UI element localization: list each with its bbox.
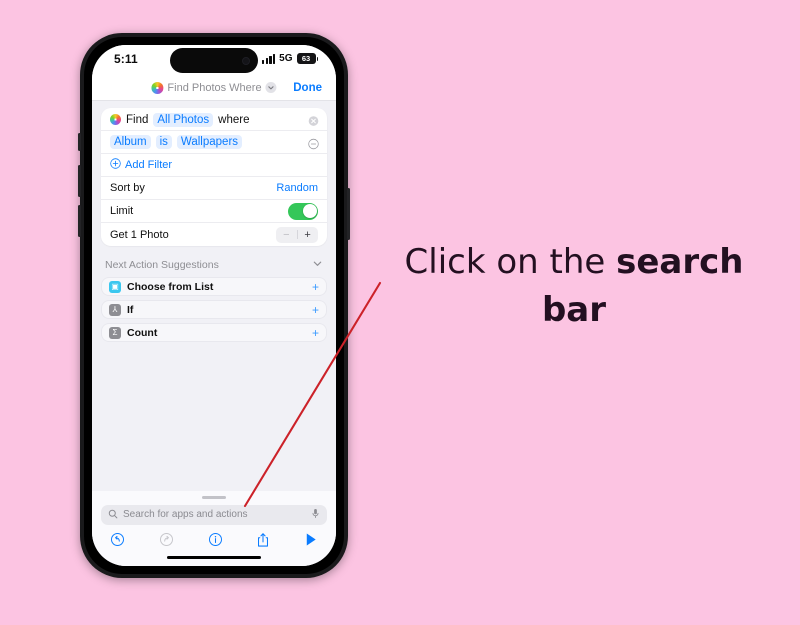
search-icon [108, 506, 118, 524]
battery-icon: 63 [296, 53, 318, 64]
search-placeholder: Search for apps and actions [123, 509, 248, 520]
volume-up-button[interactable] [78, 165, 81, 197]
status-bar: 5:11 5G 63 [92, 45, 336, 75]
quantity-stepper[interactable]: − + [276, 226, 318, 243]
list-item[interactable]: Σ Count + [101, 323, 327, 342]
status-time: 5:11 [114, 52, 138, 66]
instruction-text: Click on the search bar [388, 238, 760, 335]
undo-button[interactable] [110, 532, 125, 547]
limit-row[interactable]: Limit [101, 200, 327, 223]
minus-circle-icon[interactable] [308, 137, 319, 150]
where-keyword: where [218, 113, 250, 126]
stepper-decrement-button[interactable]: − [276, 227, 297, 243]
dynamic-island [170, 48, 258, 73]
add-action-button[interactable]: + [312, 303, 319, 317]
add-filter-row[interactable]: Add Filter [101, 154, 327, 177]
phone-bezel: 5:11 5G 63 Find Photos Where Done Find A… [84, 37, 344, 574]
share-button[interactable] [256, 532, 270, 548]
if-condition-icon: ⅄ [109, 303, 121, 316]
list-item-label: Count [127, 326, 158, 339]
power-button[interactable] [347, 188, 350, 240]
add-action-button[interactable]: + [312, 280, 319, 294]
choose-from-list-icon: ▣ [109, 280, 121, 293]
find-keyword: Find [126, 113, 149, 126]
add-action-button[interactable]: + [312, 326, 319, 340]
limit-toggle[interactable] [288, 202, 318, 220]
network-type-label: 5G [279, 53, 293, 64]
phone-screen: 5:11 5G 63 Find Photos Where Done Find A… [92, 45, 336, 566]
done-button[interactable]: Done [293, 82, 322, 94]
page-title: Find Photos Where [167, 81, 262, 94]
volume-down-button[interactable] [78, 205, 81, 237]
get-photo-label: Get 1 Photo [110, 228, 169, 241]
run-button[interactable] [304, 532, 318, 547]
navigation-title-group[interactable]: Find Photos Where [151, 81, 277, 94]
list-item-label: If [127, 303, 134, 316]
chevron-down-icon[interactable] [265, 82, 277, 93]
sort-by-label: Sort by [110, 182, 145, 194]
instruction-prefix: Click on the [404, 242, 617, 282]
filter-value-token[interactable]: Wallpapers [176, 134, 243, 149]
front-camera-icon [242, 56, 250, 65]
battery-level-label: 63 [301, 54, 311, 63]
signal-bars-icon [262, 53, 276, 64]
sort-by-row[interactable]: Sort by Random [101, 177, 327, 200]
plus-circle-icon [110, 156, 121, 174]
chevron-down-icon[interactable] [312, 256, 323, 274]
suggestions-title: Next Action Suggestions [105, 259, 219, 271]
count-icon: Σ [109, 326, 121, 339]
add-filter-label: Add Filter [125, 159, 173, 171]
phone-device-frame: 5:11 5G 63 Find Photos Where Done Find A… [78, 33, 350, 578]
clear-circle-icon[interactable] [308, 114, 319, 126]
find-photos-action-card: Find All Photos where Album is Wallpaper… [101, 108, 327, 246]
stepper-increment-button[interactable]: + [297, 227, 318, 243]
filter-field-token[interactable]: Album [110, 134, 151, 149]
filter-operator-token[interactable]: is [155, 134, 172, 149]
get-photo-row[interactable]: Get 1 Photo − + [101, 223, 327, 246]
list-item-label: Choose from List [127, 280, 214, 293]
home-indicator [167, 555, 261, 559]
suggestions-header: Next Action Suggestions [105, 256, 323, 274]
microphone-icon[interactable] [311, 506, 320, 524]
redo-button[interactable] [159, 532, 174, 547]
filter-statement-row[interactable]: Album is Wallpapers [101, 131, 327, 154]
status-indicators: 5G 63 [262, 53, 318, 64]
toggle-knob [302, 204, 317, 218]
sheet-grabber-handle[interactable] [202, 496, 226, 499]
sort-by-value[interactable]: Random [276, 182, 318, 194]
search-input[interactable]: Search for apps and actions [101, 504, 327, 525]
silent-switch[interactable] [78, 133, 81, 151]
limit-label: Limit [110, 205, 134, 217]
photos-app-icon [110, 114, 121, 125]
find-statement-row[interactable]: Find All Photos where [101, 108, 327, 131]
editor-toolbar [101, 525, 327, 552]
list-item[interactable]: ⅄ If + [101, 300, 327, 319]
shortcut-editor-content: Find All Photos where Album is Wallpaper… [92, 101, 336, 491]
source-token[interactable]: All Photos [153, 112, 214, 127]
navigation-bar: Find Photos Where Done [92, 75, 336, 101]
list-item[interactable]: ▣ Choose from List + [101, 277, 327, 296]
photos-app-icon [151, 81, 164, 94]
info-button[interactable] [208, 532, 223, 547]
bottom-dock: Search for apps and actions [92, 491, 336, 566]
